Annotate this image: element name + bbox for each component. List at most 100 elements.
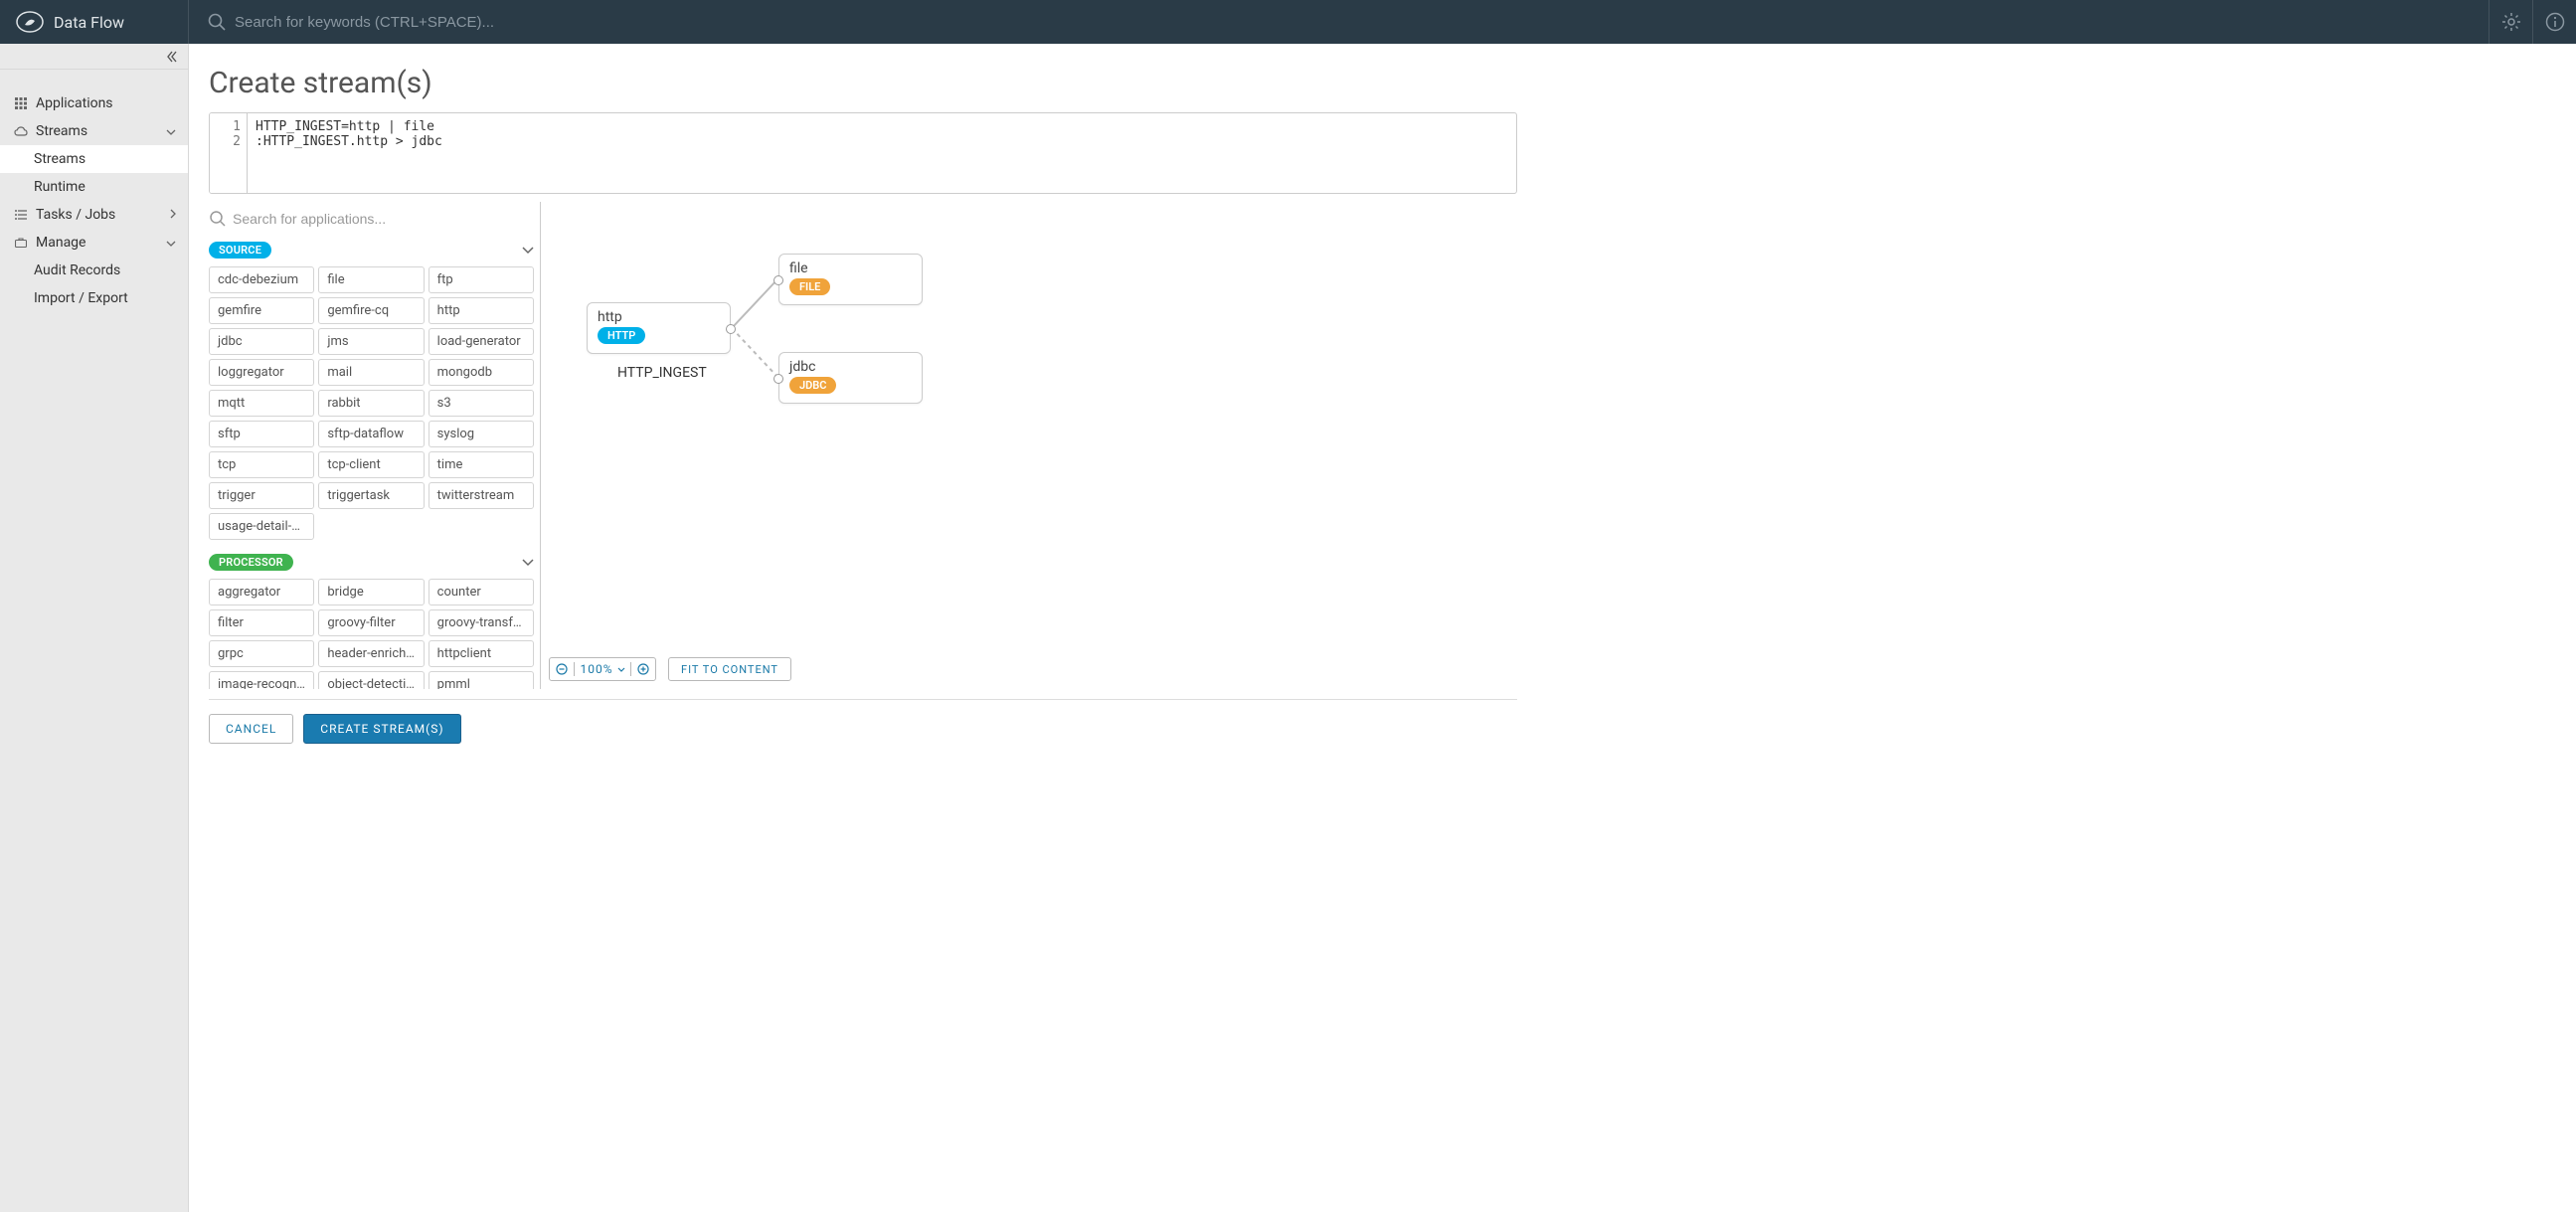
palette-item[interactable]: time: [429, 451, 534, 478]
info-icon: [2545, 12, 2565, 32]
sidebar-item-label: Manage: [36, 235, 86, 251]
chevron-down-icon: [166, 123, 176, 139]
palette-item[interactable]: grpc: [209, 640, 314, 667]
palette-item[interactable]: gemfire-cq: [318, 297, 424, 324]
palette-item[interactable]: syslog: [429, 421, 534, 447]
cancel-button[interactable]: CANCEL: [209, 714, 293, 744]
gear-icon: [2501, 12, 2521, 32]
node-jdbc[interactable]: jdbc JDBC: [778, 352, 923, 404]
palette-item[interactable]: usage-detail-se...: [209, 513, 314, 540]
palette-item[interactable]: bridge: [318, 579, 424, 606]
palette-item[interactable]: groovy-filter: [318, 609, 424, 636]
node-file[interactable]: file FILE: [778, 254, 923, 305]
node-label: http: [598, 309, 720, 325]
sidebar-sub-runtime[interactable]: Runtime: [0, 173, 188, 201]
palette-item[interactable]: rabbit: [318, 390, 424, 417]
global-search: [189, 12, 2489, 32]
flow-canvas[interactable]: http HTTP HTTP_INGEST file FILE jdbc: [541, 202, 1517, 689]
palette-item[interactable]: cdc-debezium: [209, 266, 314, 293]
chevron-right-icon: [170, 207, 176, 223]
palette-item[interactable]: tcp: [209, 451, 314, 478]
app-palette: SOURCE cdc-debeziumfileftp gemfiregemfire…: [209, 202, 541, 689]
chevron-down-icon: [522, 243, 534, 259]
global-search-input[interactable]: [235, 14, 831, 31]
sidebar-item-streams[interactable]: Streams: [0, 117, 188, 145]
sidebar-item-tasks-jobs[interactable]: Tasks / Jobs: [0, 201, 188, 229]
page-title: Create stream(s): [209, 66, 1517, 100]
palette-section-source[interactable]: SOURCE: [209, 242, 534, 259]
palette-item[interactable]: pmml: [429, 671, 534, 689]
source-badge: SOURCE: [209, 242, 271, 259]
sidebar-item-applications[interactable]: Applications: [0, 89, 188, 117]
palette-item[interactable]: filter: [209, 609, 314, 636]
editor-gutter: 12: [210, 113, 248, 193]
palette-item[interactable]: s3: [429, 390, 534, 417]
topbar-actions: [2489, 0, 2576, 44]
minus-circle-icon: [556, 663, 568, 675]
palette-item[interactable]: http: [429, 297, 534, 324]
output-port[interactable]: [726, 324, 736, 334]
palette-item[interactable]: file: [318, 266, 424, 293]
sidebar-sub-streams[interactable]: Streams: [0, 145, 188, 173]
palette-item[interactable]: mqtt: [209, 390, 314, 417]
zoom-in-button[interactable]: [631, 663, 655, 675]
node-tag: JDBC: [789, 377, 836, 394]
node-label: jdbc: [789, 359, 912, 375]
processor-badge: PROCESSOR: [209, 554, 293, 571]
chevron-double-left-icon: [166, 51, 178, 63]
palette-search-input[interactable]: [233, 211, 491, 227]
palette-item[interactable]: mail: [318, 359, 424, 386]
node-tag: HTTP: [598, 327, 645, 344]
toolbox-icon: [12, 238, 30, 248]
palette-item[interactable]: twitterstream: [429, 482, 534, 509]
palette-item[interactable]: triggertask: [318, 482, 424, 509]
zoom-out-button[interactable]: [550, 663, 574, 675]
sidebar-item-label: Applications: [36, 95, 113, 111]
info-button[interactable]: [2532, 0, 2576, 44]
sidebar-item-manage[interactable]: Manage: [0, 229, 188, 257]
palette-item[interactable]: image-recogniti...: [209, 671, 314, 689]
palette-item[interactable]: trigger: [209, 482, 314, 509]
palette-item[interactable]: groovy-transform: [429, 609, 534, 636]
palette-item[interactable]: tcp-client: [318, 451, 424, 478]
palette-item[interactable]: jms: [318, 328, 424, 355]
settings-button[interactable]: [2489, 0, 2532, 44]
sidebar-sub-audit-records[interactable]: Audit Records: [0, 257, 188, 284]
input-port[interactable]: [773, 374, 783, 384]
node-http[interactable]: http HTTP: [587, 302, 731, 354]
palette-item[interactable]: ftp: [429, 266, 534, 293]
chevron-down-icon: [522, 555, 534, 571]
sidebar-sub-import-export[interactable]: Import / Export: [0, 284, 188, 312]
main: Create stream(s) 12 HTTP_INGEST=http | f…: [189, 44, 2576, 1212]
sidebar-item-label: Import / Export: [34, 290, 128, 306]
input-port[interactable]: [773, 275, 783, 285]
editor-content[interactable]: HTTP_INGEST=http | file :HTTP_INGEST.htt…: [248, 113, 450, 193]
palette-item[interactable]: object-detection: [318, 671, 424, 689]
palette-item[interactable]: loggregator: [209, 359, 314, 386]
palette-item[interactable]: counter: [429, 579, 534, 606]
create-stream-button[interactable]: CREATE STREAM(S): [303, 714, 460, 744]
stream-name-label: HTTP_INGEST: [617, 365, 707, 381]
node-label: file: [789, 260, 912, 276]
footer-actions: CANCEL CREATE STREAM(S): [209, 699, 1517, 758]
palette-item[interactable]: gemfire: [209, 297, 314, 324]
sidebar-item-label: Streams: [34, 151, 86, 167]
palette-item[interactable]: header-enricher: [318, 640, 424, 667]
dsl-editor[interactable]: 12 HTTP_INGEST=http | file :HTTP_INGEST.…: [209, 112, 1517, 194]
brand-logo-icon: [16, 11, 44, 33]
zoom-level-dropdown[interactable]: 100%: [574, 662, 631, 676]
palette-scroll[interactable]: SOURCE cdc-debeziumfileftp gemfiregemfire…: [209, 236, 540, 689]
palette-item[interactable]: mongodb: [429, 359, 534, 386]
palette-item[interactable]: sftp: [209, 421, 314, 447]
palette-item[interactable]: load-generator: [429, 328, 534, 355]
palette-item[interactable]: aggregator: [209, 579, 314, 606]
palette-item[interactable]: sftp-dataflow: [318, 421, 424, 447]
sidebar-collapse-button[interactable]: [0, 44, 188, 70]
palette-item[interactable]: jdbc: [209, 328, 314, 355]
grid-icon: [12, 97, 30, 109]
palette-section-processor[interactable]: PROCESSOR: [209, 554, 534, 571]
palette-item[interactable]: httpclient: [429, 640, 534, 667]
zoom-control: 100%: [549, 657, 656, 681]
fit-to-content-button[interactable]: FIT TO CONTENT: [668, 657, 791, 681]
stream-designer: SOURCE cdc-debeziumfileftpgemfiregemfire…: [209, 202, 1517, 689]
